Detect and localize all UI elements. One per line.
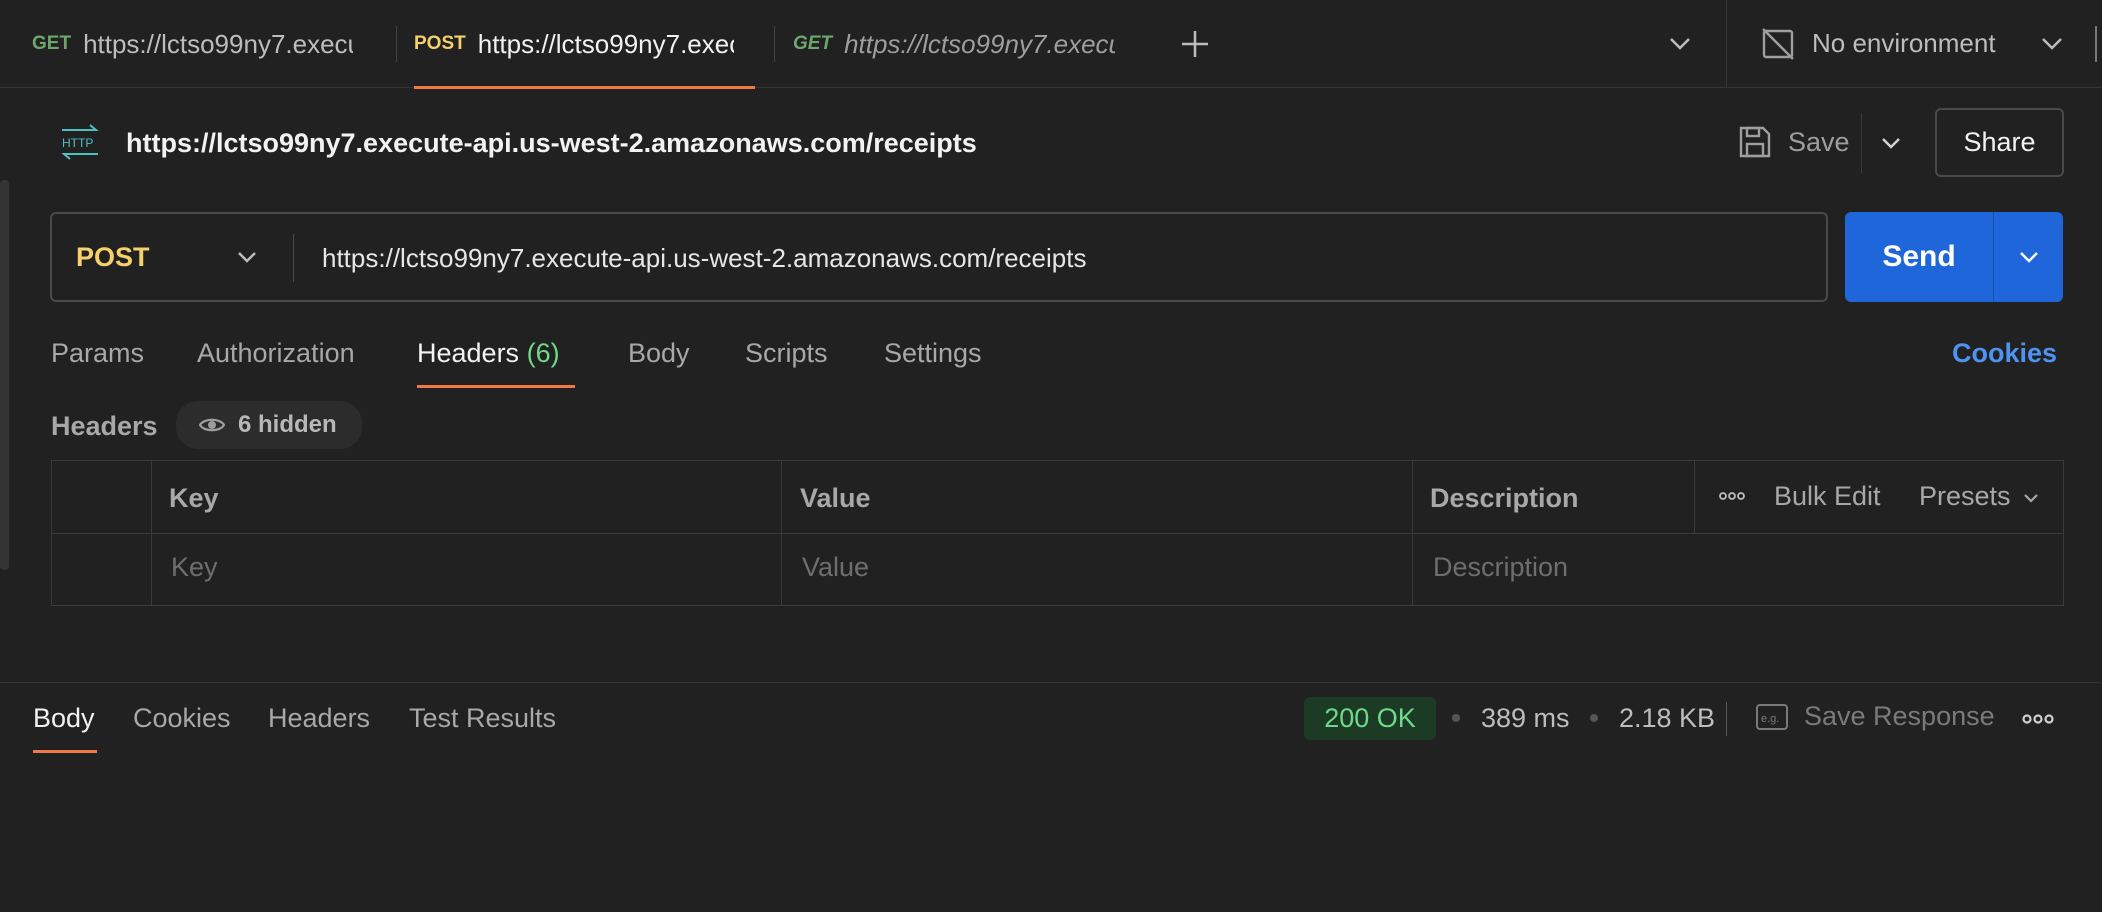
- tab-headers-count: (6): [526, 338, 560, 368]
- request-tab-get-2[interactable]: GET https://lctso99ny7.execute-api.us-we…: [793, 0, 1115, 88]
- key-input[interactable]: Key: [171, 552, 218, 583]
- response-meta-divider: [1726, 702, 1727, 736]
- column-header-key: Key: [169, 483, 219, 513]
- value-input[interactable]: Value: [802, 552, 869, 583]
- response-tab-headers[interactable]: Headers: [268, 703, 370, 734]
- column-divider: [151, 461, 152, 605]
- table-header-divider: [52, 533, 2063, 534]
- tab-authorization[interactable]: Authorization: [197, 338, 355, 369]
- tab-scripts[interactable]: Scripts: [745, 338, 828, 369]
- column-header-description: Description: [1430, 483, 1579, 513]
- method-divider: [293, 234, 294, 282]
- description-input[interactable]: Description: [1433, 552, 1568, 583]
- send-button[interactable]: Send: [1845, 212, 1993, 302]
- share-label: Share: [1963, 127, 2036, 157]
- tab-divider: [396, 26, 397, 62]
- response-tab-cookies[interactable]: Cookies: [133, 703, 231, 734]
- tab-params[interactable]: Params: [51, 338, 144, 369]
- hidden-headers-label: 6 hidden: [238, 411, 337, 438]
- presets-dropdown[interactable]: Presets: [1919, 481, 2011, 512]
- save-divider: [1861, 113, 1862, 173]
- save-dropdown-chevron-icon[interactable]: [1880, 135, 1902, 151]
- url-input[interactable]: https://lctso99ny7.execute-api.us-west-2…: [322, 243, 1086, 274]
- tabs-dropdown-chevron-icon[interactable]: [1668, 34, 1692, 52]
- save-icon[interactable]: [1738, 124, 1772, 160]
- request-tab-get-1[interactable]: GET https://lctso99ny7.execute-api.us-we…: [32, 0, 377, 88]
- bulk-edit-button[interactable]: Bulk Edit: [1774, 481, 1881, 512]
- svg-text:e.g.: e.g.: [1761, 713, 1779, 725]
- sidebar-scrollbar[interactable]: [0, 180, 9, 570]
- request-tab-post[interactable]: POST https://lctso99ny7.execute-api.us-w…: [414, 0, 734, 88]
- example-icon: e.g.: [1755, 703, 1789, 731]
- response-time[interactable]: 389 ms: [1481, 703, 1570, 734]
- response-tab-body[interactable]: Body: [33, 703, 95, 734]
- eye-icon: [198, 415, 226, 435]
- tab-method: POST: [414, 33, 466, 54]
- separator-dot: [1590, 714, 1598, 722]
- tab-method: GET: [32, 33, 72, 54]
- headers-section-title: Headers: [51, 411, 158, 441]
- column-header-value: Value: [800, 483, 871, 513]
- tab-divider: [774, 26, 775, 62]
- response-divider: [0, 682, 2102, 683]
- share-button[interactable]: Share: [1935, 108, 2064, 177]
- column-divider: [1412, 461, 1413, 605]
- presets-chevron-icon[interactable]: [2022, 492, 2040, 504]
- tab-url: https://lctso99ny7.execute-api.us-west-2…: [844, 28, 1115, 59]
- response-more-icon[interactable]: [2022, 712, 2054, 726]
- active-tab-indicator: [414, 86, 755, 89]
- active-response-tab-indicator: [33, 750, 97, 753]
- response-tab-test-results[interactable]: Test Results: [409, 703, 556, 734]
- method-selector[interactable]: POST: [52, 214, 294, 300]
- tab-url: https://lctso99ny7.execute-api.us-west-2…: [83, 28, 353, 59]
- response-size[interactable]: 2.18 KB: [1619, 703, 1715, 734]
- headers-table: Key Value Description Bulk Edit Presets …: [51, 460, 2064, 606]
- method-dropdown-chevron-icon: [236, 249, 258, 265]
- svg-text:HTTP: HTTP: [62, 136, 93, 150]
- environment-selector-label[interactable]: No environment: [1812, 28, 1996, 59]
- hidden-headers-toggle[interactable]: 6 hidden: [176, 401, 362, 449]
- environment-divider: [1726, 0, 1727, 88]
- environment-dropdown-chevron-icon[interactable]: [2040, 34, 2064, 52]
- separator-dot: [1452, 714, 1460, 722]
- tab-headers-label: Headers: [417, 338, 520, 368]
- save-button[interactable]: Save: [1788, 127, 1850, 158]
- send-button-group: Send: [1845, 212, 2063, 302]
- status-badge[interactable]: 200 OK: [1304, 697, 1436, 740]
- url-bar: POST https://lctso99ny7.execute-api.us-w…: [50, 212, 1828, 302]
- tab-body[interactable]: Body: [628, 338, 690, 369]
- tab-headers[interactable]: Headers (6): [417, 338, 560, 369]
- column-divider: [1694, 461, 1695, 533]
- request-tab-bar: GET https://lctso99ny7.execute-api.us-we…: [0, 0, 2102, 89]
- method-label: POST: [76, 242, 150, 272]
- request-title[interactable]: https://lctso99ny7.execute-api.us-west-2…: [126, 128, 977, 159]
- panel-edge: [2095, 26, 2097, 62]
- more-options-icon[interactable]: [1719, 490, 1745, 502]
- column-divider: [781, 461, 782, 605]
- no-environment-icon: [1760, 26, 1796, 62]
- new-tab-plus-icon[interactable]: [1180, 29, 1210, 59]
- cookies-link[interactable]: Cookies: [1952, 338, 2057, 369]
- tab-method: GET: [793, 33, 833, 54]
- active-request-tab-indicator: [417, 385, 575, 388]
- save-response-button[interactable]: Save Response: [1804, 701, 1995, 732]
- tab-url: https://lctso99ny7.execute-api.us-west-2…: [477, 28, 734, 59]
- http-icon: HTTP: [58, 124, 102, 160]
- tab-settings[interactable]: Settings: [884, 338, 982, 369]
- send-options-chevron-icon[interactable]: [1994, 212, 2063, 302]
